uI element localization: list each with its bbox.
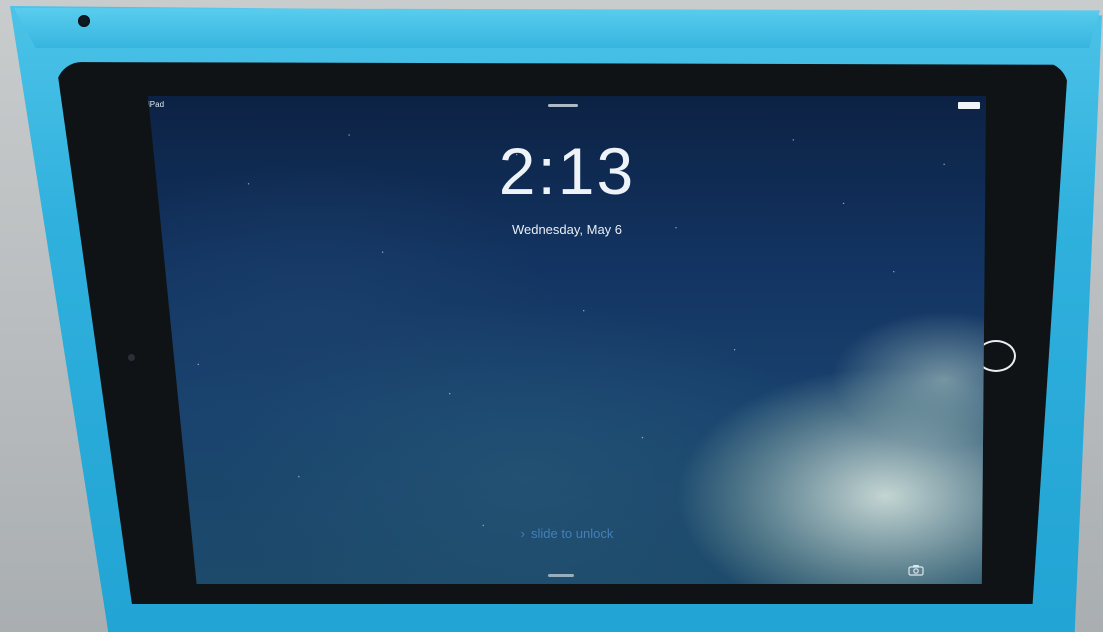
lock-date: Wednesday, May 6	[511, 222, 623, 237]
chevron-right-icon: ›	[520, 526, 525, 541]
camera-icon[interactable]	[908, 564, 924, 576]
battery-icon	[958, 102, 980, 109]
slide-to-unlock[interactable]: › slide to unlock	[148, 526, 986, 541]
lock-screen: iPad 2:13 Wednesday, May 6 › slide to unl…	[148, 96, 986, 584]
control-center-grabber[interactable]	[548, 574, 574, 577]
lock-clock: 2:13	[498, 134, 636, 208]
status-carrier: iPad	[148, 100, 165, 109]
notification-center-grabber[interactable]	[548, 104, 578, 107]
slide-to-unlock-label: slide to unlock	[530, 526, 614, 541]
case-camera-hole	[78, 15, 90, 27]
case-top-rim	[14, 8, 1100, 48]
front-camera	[128, 354, 135, 361]
